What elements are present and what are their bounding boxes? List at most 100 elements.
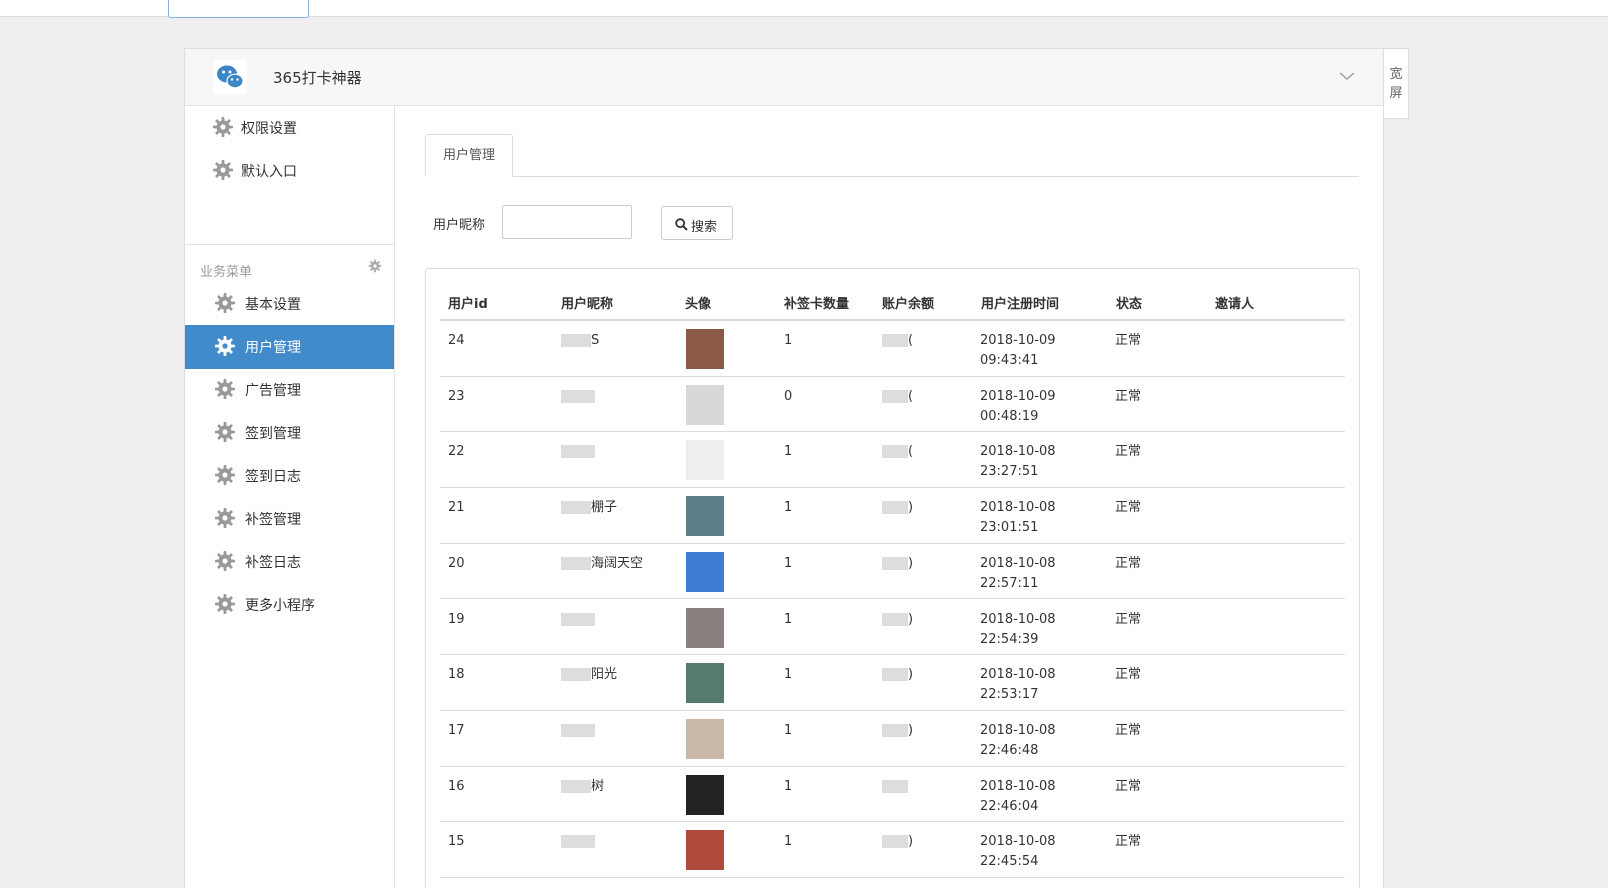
redacted-text — [561, 445, 595, 459]
gear-icon — [214, 378, 236, 400]
nickname-search-input[interactable] — [502, 205, 632, 239]
app-panel: 365打卡神器 权限设置 默认入口 业务菜单 基本设置 用户管理 广告管理 签到… — [184, 48, 1384, 888]
wide-screen-toggle[interactable]: 宽 屏 — [1384, 48, 1409, 119]
register-date: 2018-10-08 — [980, 444, 1056, 460]
register-time-cell: 2018-10-08 23:27:51 — [980, 442, 1056, 482]
gear-icon — [214, 593, 236, 615]
user-id-cell: 16 — [448, 778, 465, 794]
register-time-cell: 2018-10-09 09:43:41 — [980, 331, 1056, 371]
nickname-cell: 海阔天空 — [561, 554, 643, 574]
sidebar-item-label: 更多小程序 — [245, 598, 315, 614]
balance-text: ( — [908, 444, 914, 460]
balance-cell: ) — [882, 498, 913, 518]
top-tab[interactable] — [168, 0, 309, 18]
table-row: 18 阳光 1) 2018-10-08 22:53:17 正常 — [440, 655, 1345, 711]
sidebar-section-title: 业务菜单 — [200, 265, 253, 280]
column-header[interactable]: 补签卡数量 — [784, 293, 849, 312]
sidebar-item-makeup-management[interactable]: 补签管理 — [185, 497, 394, 541]
redacted-text — [882, 445, 908, 459]
redacted-text — [882, 835, 908, 849]
balance-cell: ( — [882, 442, 913, 462]
status-cell: 正常 — [1115, 555, 1142, 571]
balance-text: ) — [908, 500, 914, 516]
register-time-cell: 2018-10-08 22:45:54 — [980, 832, 1056, 872]
register-clock: 23:27:51 — [980, 464, 1039, 480]
balance-cell: ( — [882, 331, 913, 351]
redacted-text — [882, 334, 908, 347]
column-header[interactable]: 头像 — [685, 293, 711, 312]
register-clock: 22:46:04 — [980, 798, 1039, 814]
redacted-text — [561, 556, 591, 570]
sidebar-item-label: 权限设置 — [241, 121, 297, 137]
gear-icon — [214, 335, 236, 357]
column-header[interactable]: 用户昵称 — [561, 293, 613, 312]
chevron-down-icon[interactable] — [1337, 66, 1357, 86]
wide-toggle-line2: 屏 — [1389, 86, 1403, 101]
avatar — [686, 551, 724, 592]
section-settings-icon[interactable] — [368, 259, 382, 273]
redacted-text — [561, 612, 595, 626]
sidebar-item-makeup-log[interactable]: 补签日志 — [185, 540, 394, 584]
sidebar-item-label: 基本设置 — [245, 297, 301, 313]
gear-icon — [212, 116, 234, 138]
sidebar-item-more-miniprograms[interactable]: 更多小程序 — [185, 583, 394, 627]
nickname-text: 树 — [591, 778, 605, 794]
register-clock: 22:57:11 — [980, 575, 1039, 591]
user-id-cell: 17 — [448, 722, 465, 738]
column-header[interactable]: 邀请人 — [1215, 293, 1254, 312]
status-cell: 正常 — [1115, 722, 1142, 738]
column-header[interactable]: 账户余额 — [882, 293, 934, 312]
sidebar-item-checkin-log[interactable]: 签到日志 — [185, 454, 394, 498]
gear-icon — [214, 507, 236, 529]
avatar — [686, 774, 724, 815]
balance-cell — [882, 777, 908, 797]
balance-text: ) — [908, 667, 914, 683]
avatar — [686, 663, 724, 704]
nickname-text: 棚子 — [591, 500, 618, 516]
sidebar-item-ad-management[interactable]: 广告管理 — [185, 368, 394, 412]
sidebar-item-label: 补签管理 — [245, 512, 301, 528]
sidebar-item-permissions[interactable]: 权限设置 — [185, 106, 394, 150]
nickname-cell — [561, 721, 595, 741]
user-id-cell: 23 — [448, 388, 465, 404]
sidebar-item-label: 补签日志 — [245, 555, 301, 571]
status-cell: 正常 — [1115, 500, 1142, 516]
avatar — [686, 329, 724, 369]
sidebar-divider — [185, 244, 394, 245]
status-cell: 正常 — [1115, 778, 1142, 794]
app-title: 365打卡神器 — [273, 69, 362, 87]
main-content: 用户管理 用户昵称 搜索 用户id 用户昵称 头像 补签卡数量 账户余额 用户注… — [395, 106, 1383, 888]
balance-cell: ( — [882, 387, 913, 407]
gear-icon — [214, 292, 236, 314]
sidebar-item-label: 签到日志 — [245, 469, 301, 485]
search-button-label: 搜索 — [691, 220, 718, 235]
register-time-cell: 2018-10-08 23:01:51 — [980, 498, 1056, 538]
makeup-cards-cell: 1 — [784, 834, 793, 850]
column-header[interactable]: 用户id — [448, 293, 488, 312]
user-id-cell: 20 — [448, 555, 465, 571]
column-header[interactable]: 用户注册时间 — [981, 293, 1059, 312]
nickname-text: 海阔天空 — [591, 555, 644, 571]
sidebar-item-user-management[interactable]: 用户管理 — [185, 325, 394, 369]
register-time-cell: 2018-10-08 22:46:48 — [980, 721, 1056, 761]
search-button[interactable]: 搜索 — [661, 206, 733, 240]
table-row: 20 海阔天空 1) 2018-10-08 22:57:11 正常 — [440, 544, 1345, 600]
user-id-cell: 19 — [448, 611, 465, 627]
register-time-cell: 2018-10-08 22:53:17 — [980, 665, 1056, 705]
column-header[interactable]: 状态 — [1116, 293, 1142, 312]
avatar — [686, 384, 724, 425]
register-date: 2018-10-08 — [980, 834, 1056, 850]
sidebar-item-basic-settings[interactable]: 基本设置 — [185, 282, 394, 326]
search-icon — [675, 218, 688, 231]
tab-user-management[interactable]: 用户管理 — [425, 134, 513, 177]
redacted-text — [882, 723, 908, 737]
table-row: 15 1) 2018-10-08 22:45:54 正常 — [440, 822, 1345, 878]
search-label: 用户昵称 — [433, 218, 486, 233]
table-row: 24 S 1 (2018-10-09 09:43:41 正常 — [440, 321, 1345, 377]
tabs-underline — [425, 176, 1359, 177]
register-date: 2018-10-08 — [980, 555, 1056, 571]
sidebar-item-checkin-management[interactable]: 签到管理 — [185, 411, 394, 455]
redacted-text — [882, 779, 908, 793]
sidebar-item-default-entry[interactable]: 默认入口 — [185, 149, 394, 193]
register-clock: 22:53:17 — [980, 687, 1039, 703]
